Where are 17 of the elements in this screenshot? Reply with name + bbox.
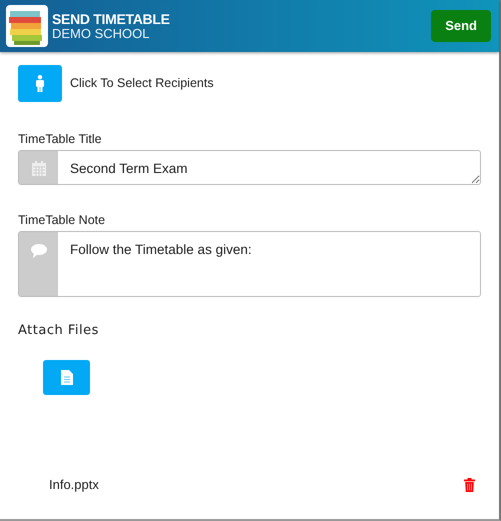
send-button[interactable]: Send	[431, 10, 491, 42]
calendar-icon	[32, 160, 46, 176]
note-field[interactable]: Follow the Timetable as given:	[18, 230, 481, 296]
field-label: TimeTable Note	[18, 212, 106, 229]
attach-file-button[interactable]	[43, 360, 90, 395]
person-icon	[35, 75, 45, 92]
trash-icon[interactable]	[464, 478, 475, 492]
app-title: SEND TIMETABLE	[52, 12, 171, 26]
recipients-button[interactable]	[18, 65, 62, 102]
recipients-label: Click To Select Recipients	[70, 75, 214, 92]
attach-files-heading: Attach Files	[18, 322, 100, 340]
speech-bubble-icon	[30, 244, 46, 258]
title-field[interactable]: Second Term Exam	[18, 150, 481, 185]
field-label: TimeTable Title	[18, 131, 103, 148]
document-icon	[60, 370, 72, 385]
file-name: Info.pptx	[49, 476, 99, 494]
school-name: DEMO SCHOOL	[52, 26, 151, 40]
